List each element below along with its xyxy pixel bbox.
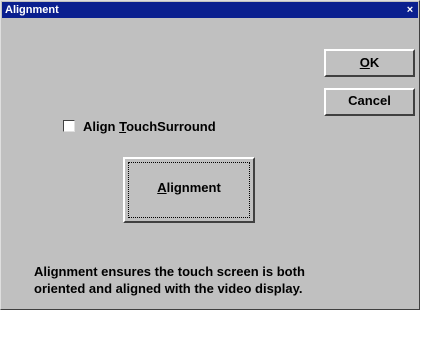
alignment-button-rest: lignment — [166, 180, 221, 195]
close-icon[interactable]: × — [404, 4, 416, 16]
description-line-2: oriented and aligned with the video disp… — [34, 281, 303, 296]
alignment-button[interactable]: Alignment — [123, 157, 255, 223]
alignment-button-accel: A — [157, 180, 167, 195]
align-touchsurround-checkbox[interactable] — [63, 120, 75, 132]
cancel-button[interactable]: Cancel — [324, 88, 415, 116]
alignment-dialog: Alignment × OK Cancel Align TouchSurroun… — [0, 0, 420, 310]
title-bar: Alignment × — [2, 2, 418, 18]
cancel-button-label: Cancel — [348, 93, 391, 108]
checkbox-label-rest: ouchSurround — [126, 118, 216, 134]
ok-button-rest: K — [369, 55, 380, 70]
window-title: Alignment — [5, 4, 59, 16]
ok-button[interactable]: OK — [324, 49, 415, 77]
description-text: Alignment ensures the touch screen is bo… — [34, 263, 404, 297]
description-line-1: Alignment ensures the touch screen is bo… — [34, 264, 305, 279]
align-touchsurround-label: Align TouchSurround — [83, 119, 216, 134]
checkbox-label-prefix: Align — [83, 118, 120, 134]
align-touchsurround-option[interactable]: Align TouchSurround — [63, 118, 216, 134]
ok-button-accel: O — [359, 55, 370, 70]
